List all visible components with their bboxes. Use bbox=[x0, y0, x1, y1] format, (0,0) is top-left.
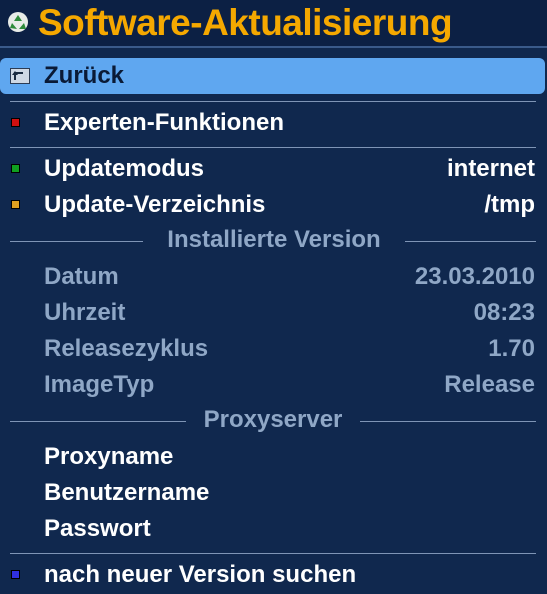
update-directory-label: Update-Verzeichnis bbox=[44, 191, 266, 218]
expert-functions-label: Experten-Funktionen bbox=[44, 109, 285, 136]
release-cycle-value: 1.70 bbox=[488, 335, 535, 362]
divider bbox=[10, 241, 143, 242]
update-mode-label: Updatemodus bbox=[44, 155, 205, 182]
search-new-version-label: nach neuer Version suchen bbox=[44, 561, 357, 588]
password-item[interactable]: Passwort bbox=[0, 511, 547, 547]
password-label: Passwort bbox=[44, 515, 151, 542]
date-label: Datum bbox=[44, 263, 119, 290]
page-title: Software-Aktualisierung bbox=[38, 2, 453, 43]
release-cycle-label: Releasezyklus bbox=[44, 335, 209, 362]
green-key-icon bbox=[11, 164, 20, 173]
divider bbox=[360, 421, 536, 422]
divider bbox=[405, 241, 536, 242]
divider bbox=[10, 553, 536, 554]
username-item[interactable]: Benutzername bbox=[0, 475, 547, 511]
update-directory-value: /tmp bbox=[484, 191, 535, 218]
update-mode-value: internet bbox=[446, 155, 535, 182]
back-label: Zurück bbox=[44, 62, 125, 89]
search-new-version-item[interactable]: nach neuer Version suchen bbox=[0, 557, 547, 593]
red-key-icon bbox=[11, 118, 20, 127]
divider bbox=[10, 421, 186, 422]
blue-key-icon bbox=[11, 570, 20, 579]
time-value: 08:23 bbox=[473, 299, 535, 326]
time-label: Uhrzeit bbox=[44, 299, 126, 326]
divider bbox=[10, 101, 536, 102]
proxy-name-item[interactable]: Proxyname bbox=[0, 439, 547, 475]
yellow-key-icon bbox=[11, 200, 20, 209]
image-type-label: ImageTyp bbox=[44, 371, 155, 398]
back-arrow-icon bbox=[10, 68, 30, 84]
time-item: Uhrzeit 08:23 bbox=[0, 295, 547, 331]
date-item: Datum 23.03.2010 bbox=[0, 259, 547, 295]
update-directory-item[interactable]: Update-Verzeichnis /tmp bbox=[0, 187, 547, 223]
username-label: Benutzername bbox=[44, 479, 210, 506]
recycle-icon bbox=[8, 12, 28, 32]
date-value: 23.03.2010 bbox=[414, 263, 535, 290]
proxy-name-label: Proxyname bbox=[44, 443, 174, 470]
title-bar: Software-Aktualisierung bbox=[0, 0, 547, 48]
image-type-item: ImageTyp Release bbox=[0, 367, 547, 403]
update-mode-item[interactable]: Updatemodus internet bbox=[0, 151, 547, 187]
release-cycle-item: Releasezyklus 1.70 bbox=[0, 331, 547, 367]
installed-version-heading: Installierte Version bbox=[167, 226, 381, 253]
expert-functions-item[interactable]: Experten-Funktionen bbox=[0, 105, 547, 141]
image-type-value: Release bbox=[444, 371, 535, 398]
back-menu-item[interactable]: Zurück bbox=[0, 58, 545, 94]
divider bbox=[10, 147, 536, 148]
proxy-server-heading: Proxyserver bbox=[203, 406, 343, 433]
